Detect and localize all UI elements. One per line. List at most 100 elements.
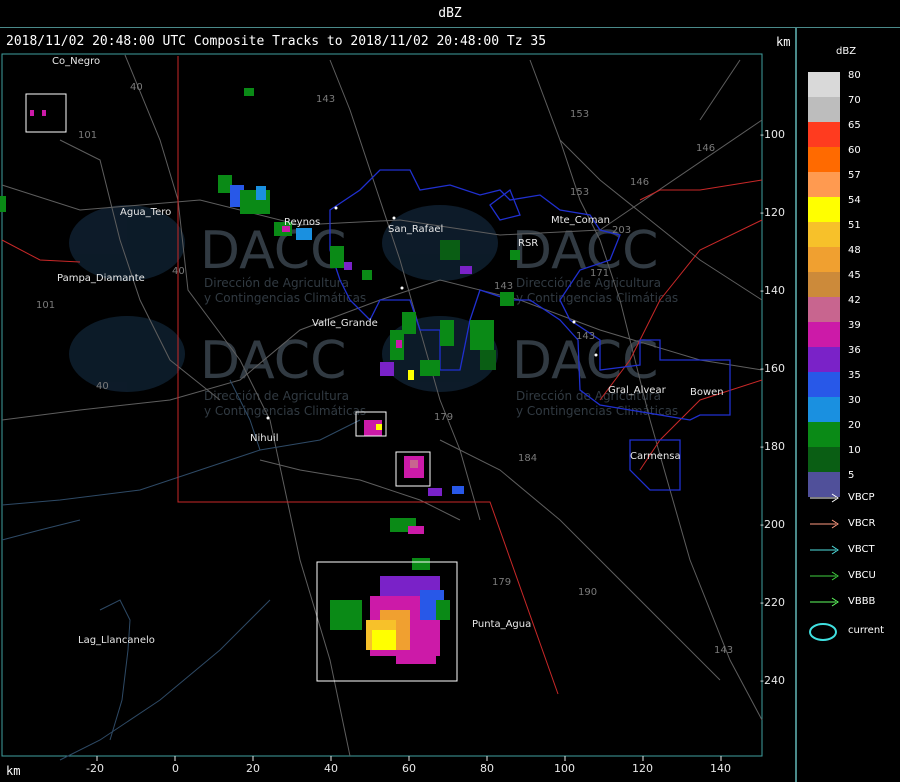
watermark-line1-3: Dirección de Agricultura xyxy=(516,276,661,290)
x-tick-label: 140 xyxy=(710,762,731,775)
x-tick-label: 80 xyxy=(480,762,494,775)
legend-swatch xyxy=(808,222,840,247)
legend-swatch xyxy=(808,372,840,397)
watermark-line1-1: Dirección de Agricultura xyxy=(204,276,349,290)
legend-level-label: 42 xyxy=(848,295,861,306)
arrow-icon xyxy=(810,545,839,555)
legend-swatch xyxy=(808,297,840,322)
legend-level-label: 36 xyxy=(848,345,861,356)
legend-level-label: 65 xyxy=(848,120,861,131)
place-label: Carmensa xyxy=(630,451,681,462)
place-label: Valle_Grande xyxy=(312,318,378,329)
place-label: RSR xyxy=(518,238,538,249)
watermark-brand-1: DACC xyxy=(200,221,346,281)
place-label: Bowen xyxy=(690,387,724,398)
track-legend-label: VBCT xyxy=(848,544,875,555)
road-number: 143 xyxy=(714,645,733,656)
y-tick-label: -200 xyxy=(760,518,785,531)
x-tick-label: -20 xyxy=(86,762,104,775)
road-number: 146 xyxy=(696,143,715,154)
legend-level-label: 60 xyxy=(848,145,861,156)
road-number: 40 xyxy=(96,381,109,392)
legend-swatch xyxy=(808,197,840,222)
legend-swatch xyxy=(808,347,840,372)
watermark-line2-4: y Contingencias Climáticas xyxy=(516,404,678,418)
y-tick-label: -160 xyxy=(760,362,785,375)
place-label: Nihuil xyxy=(250,433,279,444)
legend-swatch xyxy=(808,272,840,297)
y-tick-label: -120 xyxy=(760,206,785,219)
watermark-brand-3: DACC xyxy=(512,221,658,281)
track-legend-label: VBCU xyxy=(848,570,876,581)
legend-level-label: 51 xyxy=(848,220,861,231)
watermark-line2-3: y Contingencias Climáticas xyxy=(516,291,678,305)
track-legend-item: VBBB xyxy=(808,596,875,608)
track-legend-label: current xyxy=(848,625,885,636)
road-number: 184 xyxy=(518,453,537,464)
track-legend-item: VBCP xyxy=(808,492,875,504)
place-label: Pampa_Diamante xyxy=(57,273,145,284)
place-label: Reynos xyxy=(284,217,320,228)
watermark-line2-1: y Contingencias Climáticas xyxy=(204,291,366,305)
x-axis-labels: -20 0 20 40 60 80 100 120 140 xyxy=(86,762,731,775)
road-number: 143 xyxy=(316,94,335,105)
x-tick-label: 40 xyxy=(324,762,338,775)
legend-swatch xyxy=(808,72,840,97)
legend-swatch xyxy=(808,147,840,172)
road-number: 179 xyxy=(434,412,453,423)
legend-title: dBZ xyxy=(836,46,857,57)
place-label: Agua_Tero xyxy=(120,207,171,218)
y-tick-label: -240 xyxy=(760,674,785,687)
y-tick-label: -140 xyxy=(760,284,785,297)
road-number: 153 xyxy=(570,109,589,120)
legend-swatch xyxy=(808,322,840,347)
track-legend-label: VBCR xyxy=(848,518,876,529)
legend-swatch xyxy=(808,122,840,147)
ellipse-icon xyxy=(809,623,837,641)
legend-level-label: 80 xyxy=(848,70,861,81)
road-number: 179 xyxy=(492,577,511,588)
x-tick-label: 60 xyxy=(402,762,416,775)
legend-level-label: 39 xyxy=(848,320,861,331)
watermark-line1-2: Dirección de Agricultura xyxy=(204,389,349,403)
legend-swatch xyxy=(808,247,840,272)
place-label: Mte_Coman xyxy=(551,215,610,226)
place-label: Lag_Llancanelo xyxy=(78,635,155,646)
legend-swatch xyxy=(808,397,840,422)
place-label: San_Rafael xyxy=(388,224,443,235)
road-number: 143 xyxy=(494,281,513,292)
legend-level-label: 70 xyxy=(848,95,861,106)
place-label: Co_Negro xyxy=(52,56,100,67)
x-tick-label: 120 xyxy=(632,762,653,775)
road-number: 143 xyxy=(576,331,595,342)
legend-level-label: 20 xyxy=(848,420,861,431)
road-number: 146 xyxy=(630,177,649,188)
track-legend-item: VBCU xyxy=(808,570,876,582)
legend-swatch xyxy=(808,172,840,197)
place-label: Punta_Agua xyxy=(472,619,531,630)
road-number: 101 xyxy=(78,130,97,141)
x-tick-label: 20 xyxy=(246,762,260,775)
legend-level-label: 45 xyxy=(848,270,861,281)
road-number: 171 xyxy=(590,268,609,279)
legend-swatch xyxy=(808,97,840,122)
track-legend-item: VBCR xyxy=(808,518,875,530)
track-legend-item: VBCT xyxy=(808,544,875,556)
road-number: 153 xyxy=(570,187,589,198)
y-tick-label: -100 xyxy=(760,128,785,141)
road-number: 190 xyxy=(578,587,597,598)
arrow-icon xyxy=(810,519,839,529)
legend-level-label: 57 xyxy=(848,170,861,181)
watermark-brand-2: DACC xyxy=(200,331,346,391)
road-number: 40 xyxy=(130,82,143,93)
legend-swatch xyxy=(808,447,840,472)
road-number: 203 xyxy=(612,225,631,236)
radar-map[interactable]: DACC DACC DACC DACC Dirección de Agricul… xyxy=(0,0,797,782)
axis-tick-marks xyxy=(96,756,722,761)
road-number: 40 xyxy=(172,266,185,277)
y-axis-labels: -100 -120 -140 -160 -180 -200 -220 -240 xyxy=(760,128,785,687)
track-legend-label: VBBB xyxy=(848,596,876,607)
x-tick-label: 0 xyxy=(172,762,179,775)
legend-level-label: 35 xyxy=(848,370,861,381)
arrow-icon xyxy=(810,571,839,581)
